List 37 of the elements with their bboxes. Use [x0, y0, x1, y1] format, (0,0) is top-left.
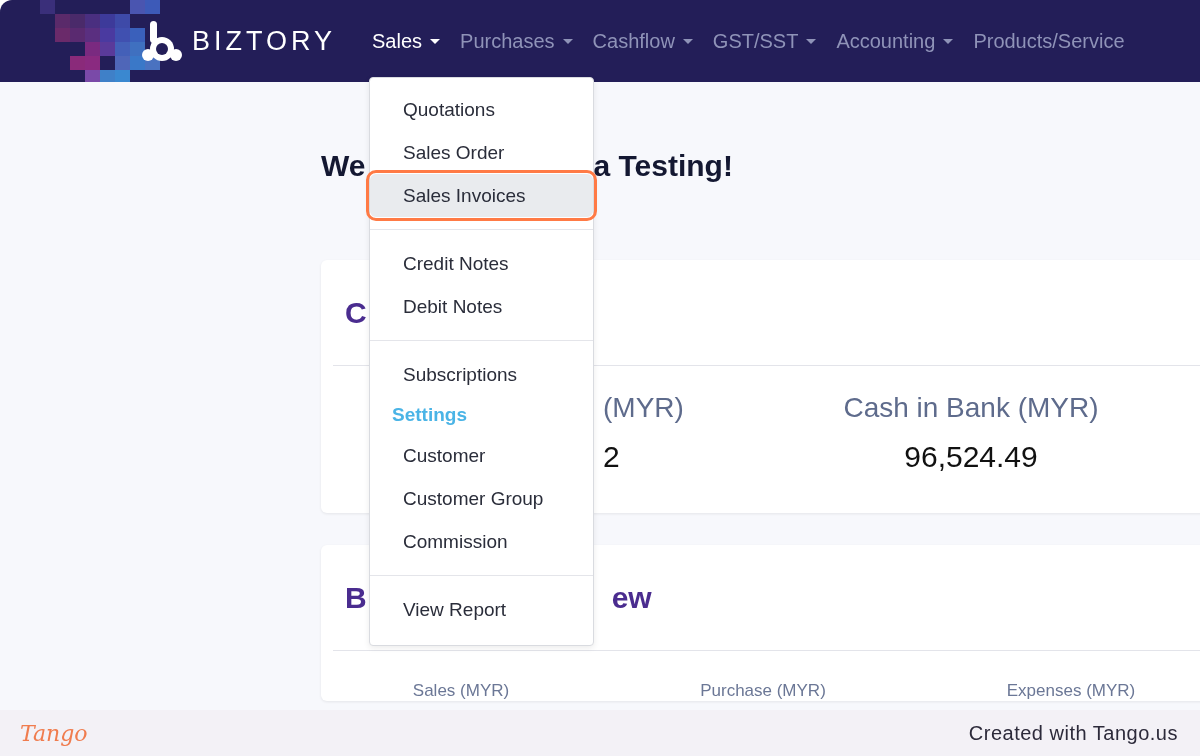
- card-title: C: [345, 295, 367, 330]
- menu-item[interactable]: Customer Group: [370, 477, 593, 520]
- menu-item[interactable]: Sales Order: [370, 131, 593, 174]
- credit-text: Created with Tango.us: [968, 721, 1178, 745]
- menu-item[interactable]: Commission: [370, 520, 593, 563]
- nav-menu-item[interactable]: Purchases: [460, 29, 573, 53]
- nav-menu-item[interactable]: Accounting: [836, 29, 954, 53]
- nav-menu-item[interactable]: GST/SST: [712, 29, 817, 53]
- menu-item[interactable]: Quotations: [370, 88, 593, 131]
- logo-icon: [142, 19, 182, 63]
- menu-section-header: Settings: [391, 403, 468, 427]
- caret-icon: [562, 38, 573, 44]
- nav-menu-item[interactable]: Cashflow: [592, 29, 693, 53]
- stat-value: 2: [603, 440, 620, 474]
- caret-icon: [943, 38, 954, 44]
- card-title: ew: [611, 580, 652, 615]
- caret-icon: [430, 38, 441, 44]
- column-label: Expenses (MYR): [1005, 681, 1137, 701]
- welcome-heading: a Testing!: [593, 149, 733, 183]
- nav-menu-item[interactable]: Products/Service: [973, 29, 1125, 53]
- welcome-heading: We: [321, 149, 366, 183]
- tango-logo: Tango: [20, 720, 88, 746]
- menu-item[interactable]: Debit Notes: [370, 285, 593, 328]
- menu-item[interactable]: View Report: [370, 588, 593, 631]
- stat-value: 96,524.49: [904, 440, 1038, 474]
- card-title: B: [345, 580, 367, 615]
- brand-name: BIZTORY: [192, 25, 337, 57]
- nav-menu-item[interactable]: Sales: [372, 29, 441, 53]
- caret-icon: [682, 38, 693, 44]
- caret-icon: [806, 38, 817, 44]
- column-label: Sales (MYR): [411, 681, 511, 701]
- stat-label: Cash in Bank (MYR): [843, 392, 1099, 424]
- column-label: Purchase (MYR): [699, 681, 827, 701]
- stat-label: (MYR): [603, 392, 684, 424]
- menu-item[interactable]: Subscriptions: [370, 353, 593, 396]
- menu-item[interactable]: Customer: [370, 434, 593, 477]
- menu-item[interactable]: Credit Notes: [370, 242, 593, 285]
